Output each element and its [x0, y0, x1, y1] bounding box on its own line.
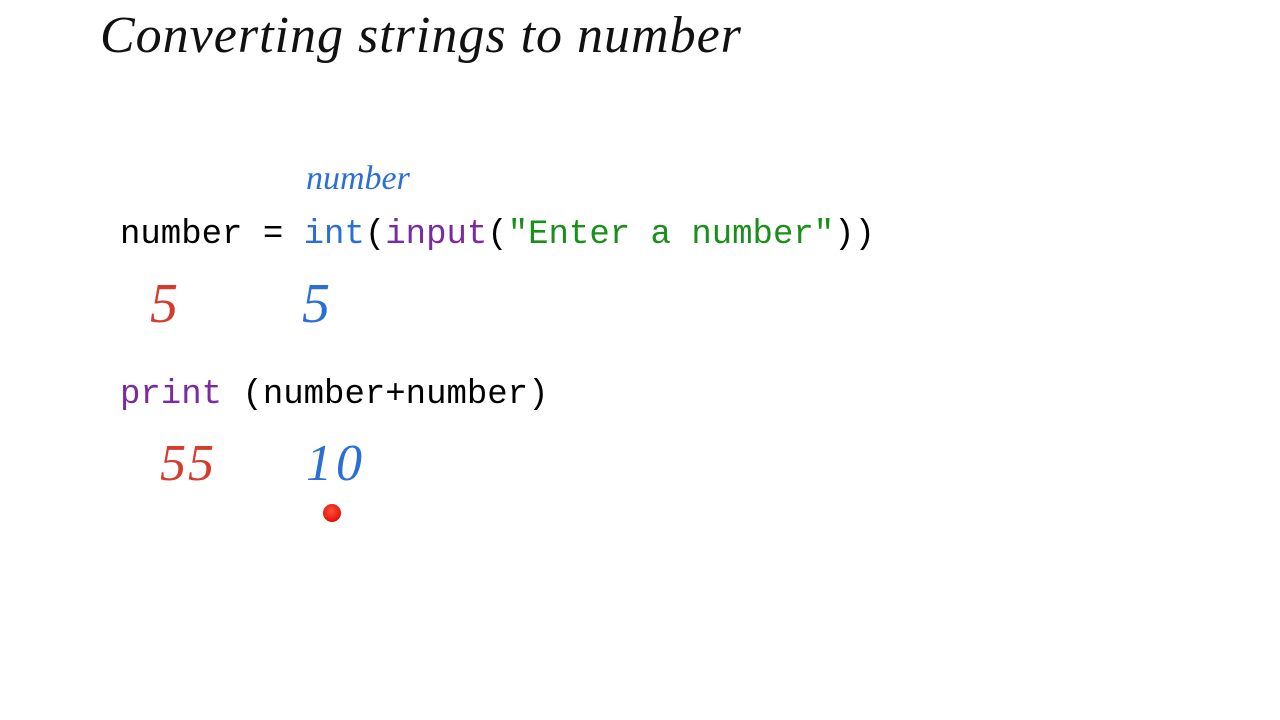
tok-string-literal: "Enter a number" — [508, 216, 834, 254]
annotation-blue-10: 10 — [306, 434, 366, 493]
code-line-2: print (number+number) — [120, 376, 548, 414]
tok-paren-open-2: ( — [487, 216, 507, 254]
tok-paren-close: )) — [834, 216, 875, 254]
annotation-red-5: 5 — [150, 272, 178, 336]
title-handwriting: Converting strings to number — [100, 6, 742, 65]
tok-int: int — [304, 216, 365, 254]
annotation-red-55: 55 — [160, 434, 216, 493]
tok-print: print — [120, 376, 222, 414]
tok-print-args: (number+number) — [222, 376, 548, 414]
laser-pointer-icon — [323, 504, 341, 522]
tok-input: input — [385, 216, 487, 254]
tok-var: number — [120, 216, 242, 254]
whiteboard: Converting strings to number number numb… — [0, 0, 1280, 720]
tok-paren-open-1: ( — [365, 216, 385, 254]
tok-assign: = — [242, 216, 303, 254]
annotation-blue-5: 5 — [302, 272, 330, 336]
code-line-1: number = int(input("Enter a number")) — [120, 216, 875, 254]
annotation-number-label: number — [306, 160, 410, 198]
